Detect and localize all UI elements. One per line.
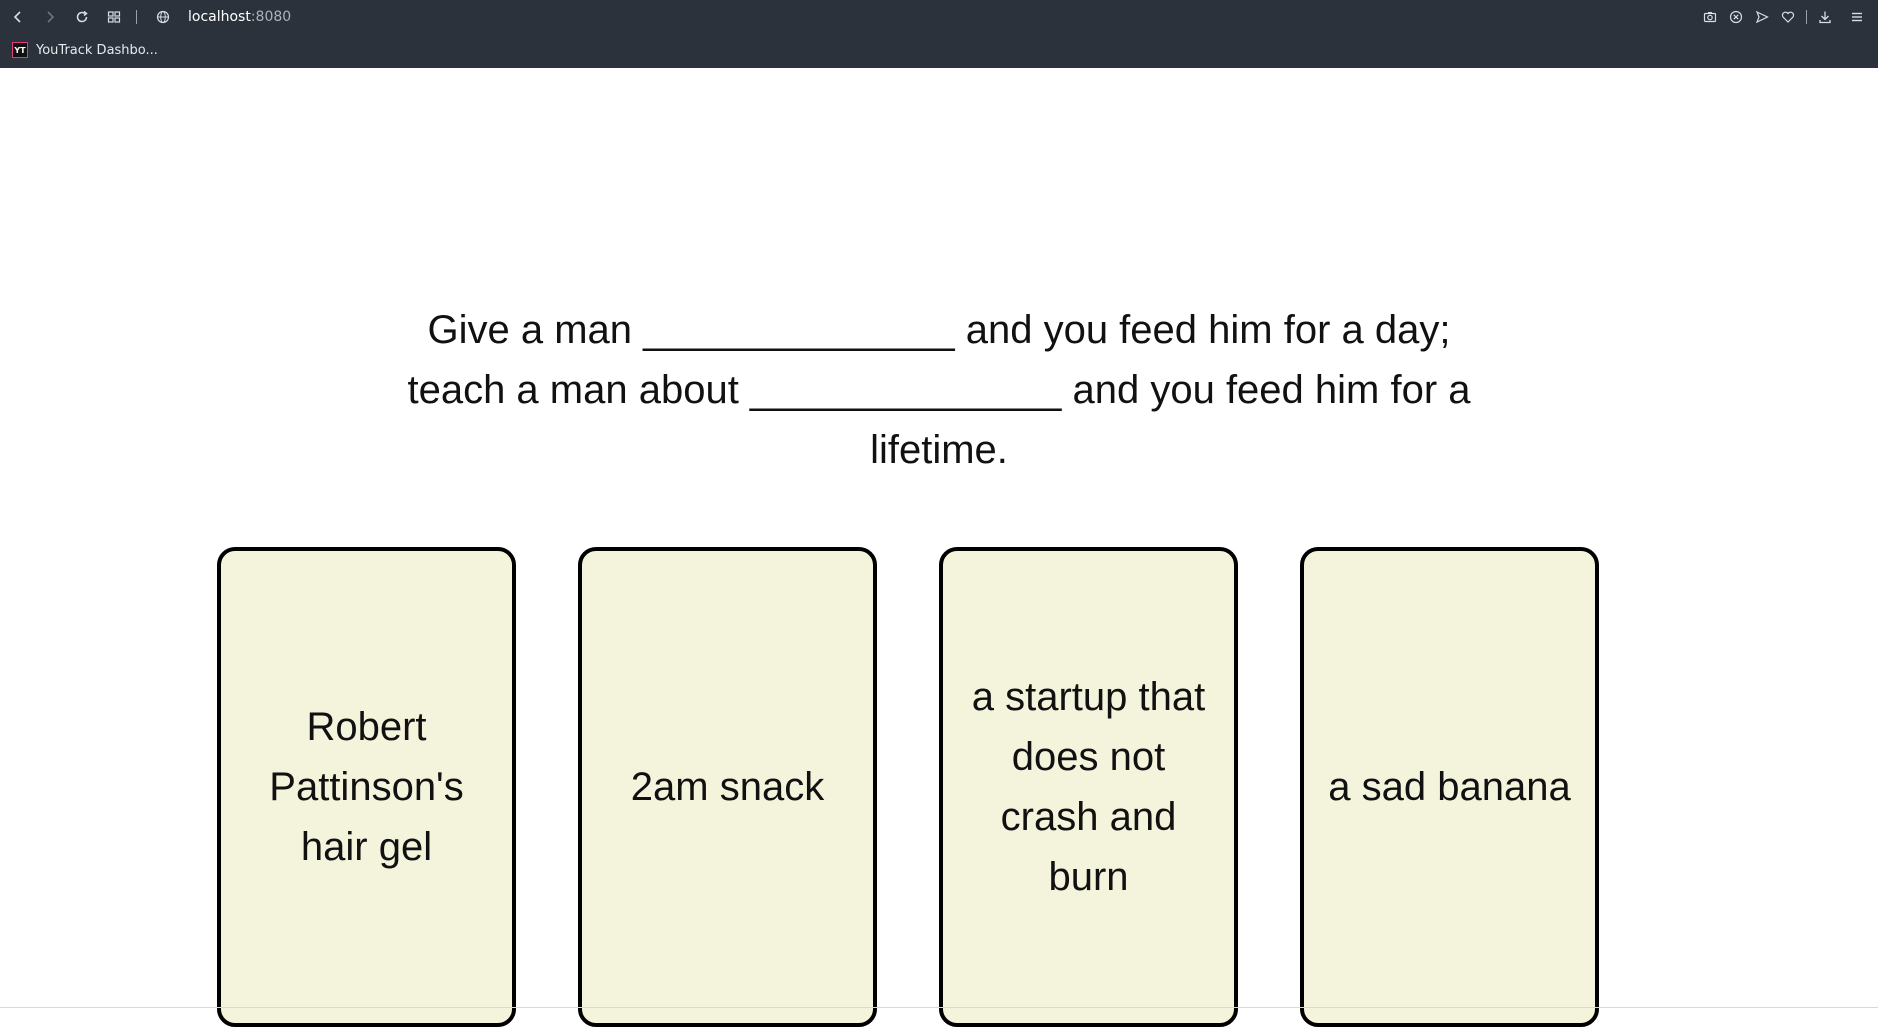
answer-card[interactable]: a startup that does not crash and burn — [939, 547, 1238, 1027]
heart-icon[interactable] — [1778, 7, 1798, 27]
answer-card[interactable]: 2am snack — [578, 547, 877, 1027]
globe-icon[interactable] — [153, 7, 173, 27]
address-bar[interactable]: localhost:8080 — [188, 8, 291, 26]
bookmark-label: YouTrack Dashbo... — [36, 42, 158, 58]
black-card-prompt: Give a man ______________ and you feed h… — [407, 308, 1471, 472]
back-arrow-icon[interactable] — [8, 7, 28, 27]
bookmarks-bar: YT YouTrack Dashbo... — [0, 38, 1878, 62]
toolbar-divider — [136, 10, 137, 24]
youtrack-favicon-icon: YT — [12, 42, 28, 58]
answer-card-text: a startup that does not crash and burn — [971, 675, 1206, 899]
url-port: :8080 — [250, 9, 292, 25]
browser-chrome: localhost:8080 YT YouTrack Dashbo... — [0, 0, 1878, 68]
url-host: localhost — [188, 9, 251, 25]
grid-icon[interactable] — [104, 7, 124, 27]
menu-icon[interactable] — [1847, 7, 1867, 27]
answer-card-text: 2am snack — [630, 765, 825, 809]
answer-card-text: Robert Pattinson's hair gel — [269, 705, 464, 869]
answer-card[interactable]: a sad banana — [1300, 547, 1599, 1027]
download-icon[interactable] — [1815, 7, 1835, 27]
camera-icon[interactable] — [1700, 7, 1720, 27]
send-icon[interactable] — [1752, 7, 1772, 27]
bookmark-youtrack-dashboard[interactable]: YT YouTrack Dashbo... — [12, 40, 158, 60]
answer-card[interactable]: Robert Pattinson's hair gel — [217, 547, 516, 1027]
forward-arrow-icon[interactable] — [40, 7, 60, 27]
game-page: Give a man ______________ and you feed h… — [0, 68, 1878, 1027]
answer-card-text: a sad banana — [1328, 765, 1571, 809]
reload-icon[interactable] — [72, 7, 92, 27]
shield-icon[interactable] — [1726, 7, 1746, 27]
toolbar-divider — [1806, 10, 1807, 24]
browser-toolbar: localhost:8080 — [0, 0, 1878, 34]
